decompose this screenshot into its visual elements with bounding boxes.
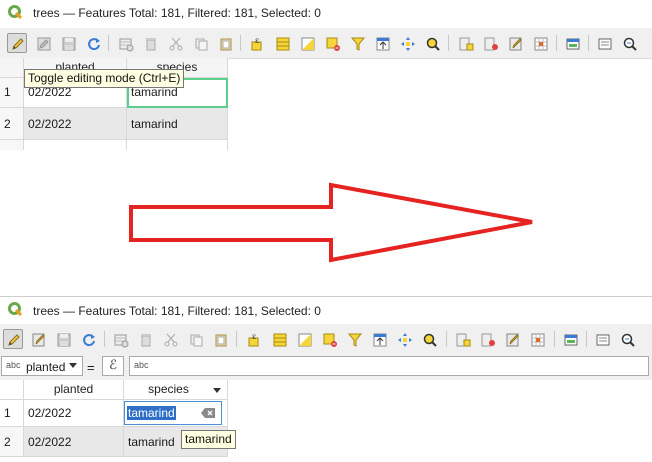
paste-icon[interactable] <box>215 33 235 53</box>
delete-feature-icon[interactable] <box>135 329 155 349</box>
selected-text: tamarind <box>127 406 176 420</box>
zoom-to-selected-icon[interactable] <box>422 33 442 53</box>
invert-selection-icon[interactable] <box>294 329 314 349</box>
equals-operator: = <box>87 360 95 375</box>
pan-to-selected-icon[interactable] <box>397 33 417 53</box>
cell-editor-input[interactable]: tamarind <box>124 401 222 425</box>
multi-edit-icon[interactable] <box>28 329 48 349</box>
update-value-input[interactable]: abc <box>129 356 649 376</box>
paste-icon[interactable] <box>210 329 230 349</box>
deselect-all-icon[interactable] <box>319 329 339 349</box>
text-type-icon: abc <box>6 360 21 370</box>
conditional-formatting-icon[interactable] <box>530 33 550 53</box>
row-number[interactable]: 2 <box>0 427 24 457</box>
deselect-all-icon[interactable] <box>322 33 342 53</box>
row-number[interactable]: 1 <box>0 78 24 108</box>
delete-field-icon[interactable] <box>480 33 500 53</box>
reload-icon[interactable] <box>78 329 98 349</box>
value-tooltip: tamarind <box>181 430 236 449</box>
clear-icon[interactable] <box>201 408 215 418</box>
save-edits-icon[interactable] <box>53 329 73 349</box>
cut-icon[interactable] <box>160 329 180 349</box>
select-by-expression-icon[interactable] <box>244 329 264 349</box>
toggle-editing-pencil-icon[interactable] <box>7 33 27 53</box>
field-select[interactable]: abc planted <box>1 356 83 376</box>
multi-edit-icon[interactable] <box>33 33 53 53</box>
cell-species-partial[interactable] <box>127 140 228 150</box>
toggle-editing-tooltip: Toggle editing mode (Ctrl+E) <box>24 69 184 88</box>
column-header-species-label: species <box>148 382 189 396</box>
window-title: trees — Features Total: 181, Filtered: 1… <box>33 304 321 318</box>
dock-icon[interactable] <box>562 33 582 53</box>
move-selection-top-icon[interactable] <box>372 33 392 53</box>
expression-button[interactable]: ℰ <box>102 356 124 376</box>
window-title: trees — Features Total: 181, Filtered: 1… <box>33 6 321 20</box>
new-field-icon[interactable] <box>455 33 475 53</box>
qgis-logo-icon <box>8 302 22 316</box>
add-feature-icon[interactable] <box>115 33 135 53</box>
title-bar: trees — Features Total: 181, Filtered: 1… <box>0 296 652 323</box>
cut-icon[interactable] <box>165 33 185 53</box>
corner-header <box>0 380 24 400</box>
toggle-editing-pencil-icon[interactable] <box>3 329 23 349</box>
cell-planted[interactable]: 02/2022 <box>24 400 124 427</box>
filter-icon[interactable] <box>347 33 367 53</box>
form-view-zoom-icon[interactable] <box>619 33 639 53</box>
title-bar: trees — Features Total: 181, Filtered: 1… <box>0 0 652 26</box>
new-field-icon[interactable] <box>452 329 472 349</box>
field-calculator-icon[interactable] <box>502 329 522 349</box>
row-number[interactable]: 1 <box>0 400 24 427</box>
row-number[interactable]: 2 <box>0 108 24 140</box>
text-type-icon: abc <box>134 360 149 370</box>
attribute-toolbar <box>0 28 652 59</box>
invert-selection-icon[interactable] <box>297 33 317 53</box>
dock-icon[interactable] <box>560 329 580 349</box>
select-all-icon[interactable] <box>272 33 292 53</box>
column-header-species[interactable]: species <box>124 380 228 400</box>
reload-icon[interactable] <box>83 33 103 53</box>
chevron-down-icon <box>69 363 77 368</box>
cell-planted[interactable]: 02/2022 <box>24 108 127 140</box>
attribute-toolbar <box>0 324 652 355</box>
qgis-logo-icon <box>8 5 22 19</box>
conditional-formatting-icon[interactable] <box>527 329 547 349</box>
copy-icon[interactable] <box>190 33 210 53</box>
add-feature-icon[interactable] <box>110 329 130 349</box>
pan-to-selected-icon[interactable] <box>394 329 414 349</box>
zoom-to-selected-icon[interactable] <box>419 329 439 349</box>
actions-icon[interactable] <box>594 33 614 53</box>
select-by-expression-icon[interactable] <box>247 33 267 53</box>
transition-arrow <box>128 182 540 264</box>
right-arrow-icon <box>129 182 533 263</box>
before-panel: trees — Features Total: 181, Filtered: 1… <box>0 0 652 150</box>
cell-planted-partial[interactable] <box>24 140 127 150</box>
sort-chevron-down-icon[interactable] <box>213 388 221 393</box>
delete-field-icon[interactable] <box>477 329 497 349</box>
form-view-zoom-icon[interactable] <box>617 329 637 349</box>
move-selection-top-icon[interactable] <box>369 329 389 349</box>
filter-icon[interactable] <box>344 329 364 349</box>
field-calculator-icon[interactable] <box>505 33 525 53</box>
save-edits-icon[interactable] <box>58 33 78 53</box>
copy-icon[interactable] <box>185 329 205 349</box>
corner-header <box>0 58 24 78</box>
cell-planted[interactable]: 02/2022 <box>24 427 124 457</box>
column-header-planted[interactable]: planted <box>24 380 124 400</box>
delete-feature-icon[interactable] <box>140 33 160 53</box>
field-filter-bar: abc planted = ℰ abc <box>0 352 652 380</box>
select-all-icon[interactable] <box>269 329 289 349</box>
cell-species[interactable]: tamarind <box>127 108 228 140</box>
actions-icon[interactable] <box>592 329 612 349</box>
field-select-value: planted <box>26 360 66 374</box>
row-number-partial[interactable] <box>0 140 24 150</box>
